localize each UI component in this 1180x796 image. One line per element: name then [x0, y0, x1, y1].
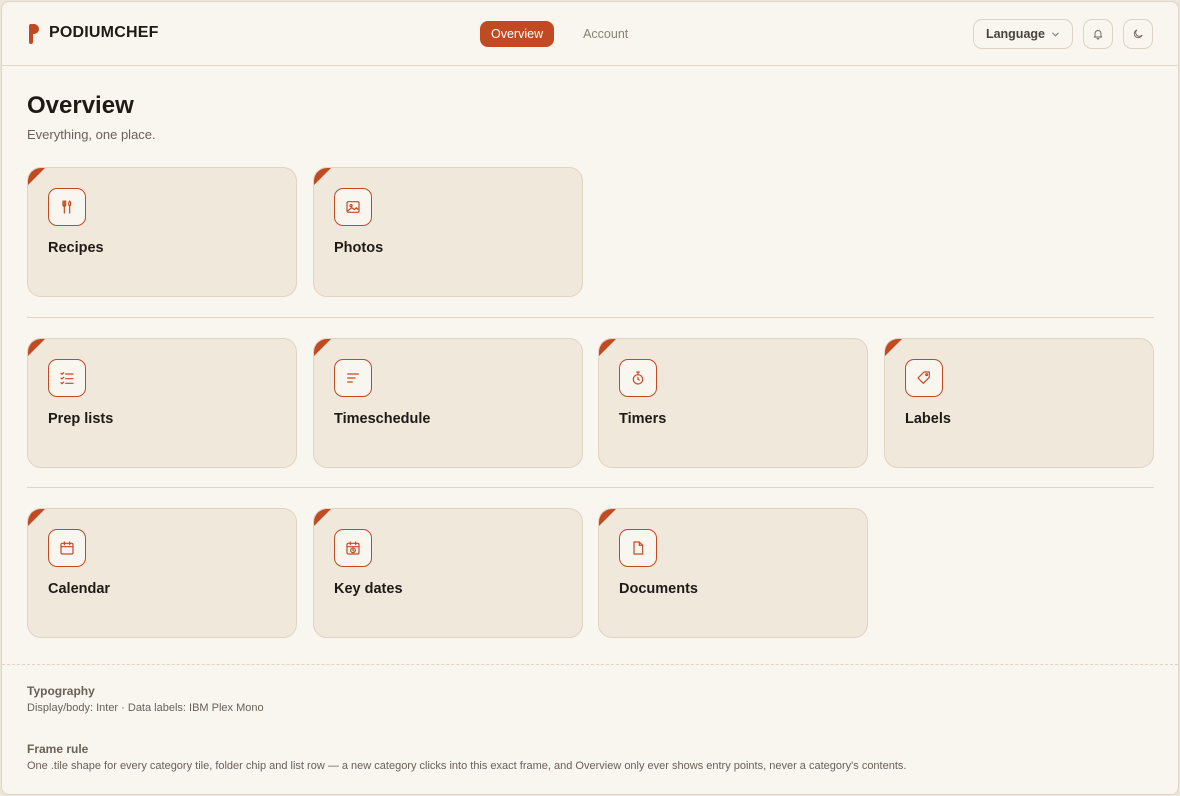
chevron-down-icon — [1051, 30, 1060, 39]
lines-icon — [334, 359, 372, 397]
notifications-button[interactable] — [1083, 19, 1113, 49]
tab-overview[interactable]: Overview — [480, 21, 555, 47]
tile-calendar[interactable]: Calendar — [27, 508, 297, 638]
note-body: Display/body: Inter · Data labels: IBM P… — [27, 702, 264, 714]
page-subtitle: Everything, one place. — [27, 127, 156, 142]
tag-icon — [905, 359, 943, 397]
note-title: Typography — [27, 684, 95, 698]
app-frame: PODIUMCHEF Overview Account Language Ove… — [1, 1, 1179, 795]
image-icon — [334, 188, 372, 226]
brand[interactable]: PODIUMCHEF — [27, 22, 159, 44]
section-divider — [27, 317, 1154, 318]
tile-photos[interactable]: Photos — [313, 167, 583, 297]
tile-timeschedule[interactable]: Timeschedule — [313, 338, 583, 468]
tile-label: Recipes — [48, 240, 104, 256]
tile-prep-lists[interactable]: Prep lists — [27, 338, 297, 468]
tile-label: Key dates — [334, 581, 403, 597]
tile-timers[interactable]: Timers — [598, 338, 868, 468]
calendar-clock-icon — [334, 529, 372, 567]
note-body: One .tile shape for every category tile,… — [27, 760, 907, 772]
tile-corner-accent — [885, 339, 902, 356]
main-nav: Overview Account — [480, 21, 639, 47]
page-title: Overview — [27, 92, 134, 119]
stopwatch-icon — [619, 359, 657, 397]
tile-documents[interactable]: Documents — [598, 508, 868, 638]
tile-label: Photos — [334, 240, 384, 256]
tile-corner-accent — [599, 339, 616, 356]
tab-account[interactable]: Account — [572, 21, 639, 47]
tile-key-dates[interactable]: Key dates — [313, 508, 583, 638]
bell-icon — [1092, 28, 1104, 40]
tile-corner-accent — [314, 168, 331, 185]
podiumchef-logo-icon — [27, 22, 41, 44]
tile-corner-accent — [314, 509, 331, 526]
checklist-icon — [48, 359, 86, 397]
tile-labels[interactable]: Labels — [884, 338, 1154, 468]
tile-recipes[interactable]: Recipes — [27, 167, 297, 297]
note-title: Frame rule — [27, 742, 89, 756]
calendar-icon — [48, 529, 86, 567]
tile-label: Labels — [905, 411, 951, 427]
tile-row: Prep lists Timeschedule Timers Labels — [27, 338, 1154, 468]
tile-label: Timeschedule — [334, 411, 431, 427]
language-select[interactable]: Language — [972, 19, 1073, 49]
design-notes: Typography Display/body: Inter · Data la… — [2, 664, 1178, 794]
tile-label: Calendar — [48, 581, 111, 597]
tile-row: Recipes Photos — [27, 167, 1154, 297]
tile-label: Documents — [619, 581, 698, 597]
tile-label: Prep lists — [48, 411, 114, 427]
tile-corner-accent — [28, 509, 45, 526]
utensils-icon — [48, 188, 86, 226]
tile-label: Timers — [619, 411, 667, 427]
section-divider — [27, 487, 1154, 488]
tile-corner-accent — [314, 339, 331, 356]
tile-corner-accent — [28, 339, 45, 356]
document-icon — [619, 529, 657, 567]
header-actions: Language — [972, 19, 1153, 49]
brand-name: PODIUMCHEF — [49, 24, 159, 41]
tile-row: Calendar Key dates Documents — [27, 508, 1154, 638]
moon-icon — [1132, 28, 1144, 40]
tile-corner-accent — [599, 509, 616, 526]
theme-toggle-button[interactable] — [1123, 19, 1153, 49]
tile-corner-accent — [28, 168, 45, 185]
language-label: Language — [985, 27, 1045, 41]
top-bar: PODIUMCHEF Overview Account Language — [2, 2, 1178, 66]
